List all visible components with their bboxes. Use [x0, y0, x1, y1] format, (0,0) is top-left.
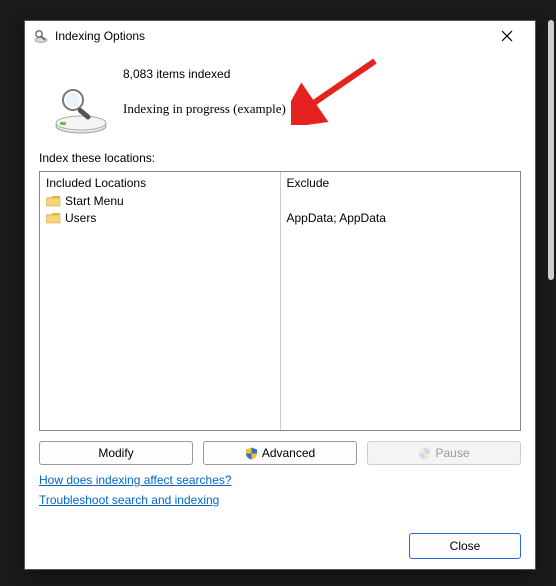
pause-button: Pause	[367, 441, 521, 465]
button-label: Advanced	[262, 446, 315, 460]
indexing-status: Indexing in progress (example)	[123, 101, 286, 117]
list-item	[287, 192, 515, 209]
list-item[interactable]: Start Menu	[46, 192, 274, 209]
advanced-button[interactable]: Advanced	[203, 441, 357, 465]
modify-button[interactable]: Modify	[39, 441, 193, 465]
shield-icon	[245, 447, 258, 460]
troubleshoot-link[interactable]: Troubleshoot search and indexing	[39, 493, 219, 507]
list-item[interactable]: Users	[46, 209, 274, 226]
close-button[interactable]: Close	[409, 533, 521, 559]
magnifier-drive-icon	[33, 28, 49, 44]
footer: Close	[39, 525, 521, 559]
button-label: Modify	[98, 446, 133, 460]
titlebar: Indexing Options	[25, 21, 535, 51]
shield-icon	[418, 447, 431, 460]
included-column: Included Locations Start Menu Users	[40, 172, 281, 430]
list-item-label: Users	[65, 211, 96, 225]
page-scrollbar[interactable]	[548, 20, 554, 280]
included-header: Included Locations	[46, 176, 274, 192]
list-item: AppData; AppData	[287, 209, 515, 226]
exclude-header: Exclude	[287, 176, 515, 192]
button-label: Pause	[435, 446, 469, 460]
button-label: Close	[450, 539, 481, 553]
exclude-value: AppData; AppData	[287, 211, 386, 225]
locations-list[interactable]: Included Locations Start Menu Users	[39, 171, 521, 431]
locations-label: Index these locations:	[39, 151, 521, 165]
status-block: 8,083 items indexed Indexing in progress…	[39, 55, 521, 151]
list-item-label: Start Menu	[65, 194, 124, 208]
content-area: 8,083 items indexed Indexing in progress…	[25, 51, 535, 569]
indexed-count: 8,083 items indexed	[123, 67, 230, 81]
annotation-arrow-icon	[291, 55, 381, 125]
window-title: Indexing Options	[55, 29, 487, 43]
folder-icon	[46, 195, 61, 207]
button-row: Modify Advanced	[39, 441, 521, 465]
indexing-options-window: Indexing Options 8,083 items indexed Ind…	[24, 20, 536, 570]
exclude-column: Exclude AppData; AppData	[281, 172, 521, 430]
affect-searches-link[interactable]: How does indexing affect searches?	[39, 473, 232, 487]
folder-icon	[46, 212, 61, 224]
search-drive-icon	[53, 85, 109, 135]
window-close-button[interactable]	[487, 22, 527, 50]
